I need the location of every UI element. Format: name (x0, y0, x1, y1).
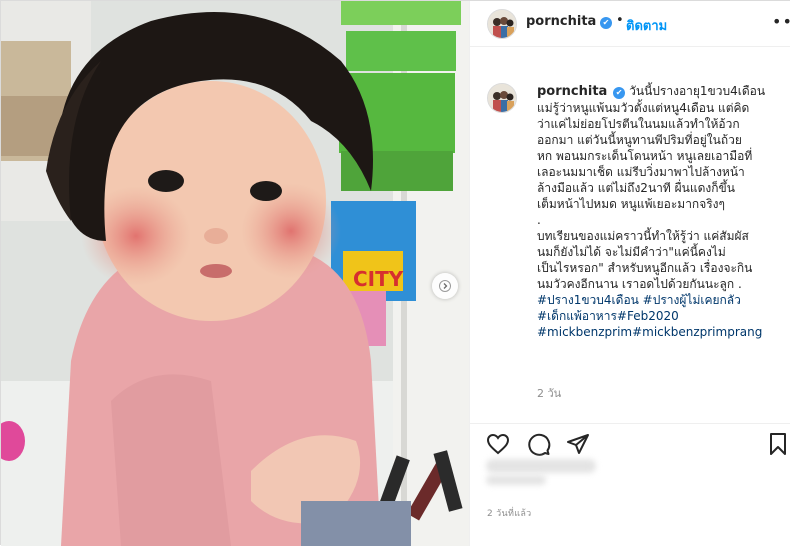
username-link[interactable]: pornchita (526, 14, 596, 29)
caption-line: หก พอนมกระเด็นโดนหน้า หนูเลยเอามือที่ (537, 149, 753, 163)
instagram-post: CITY pornchita ✔ • ติดตาม • pornchita ✔ … (0, 0, 790, 546)
caption-line: นมก็ยังไม่ได้ จะไม่มีคำว่า"แค่นี้คงไม่ (537, 245, 726, 259)
avatar[interactable] (487, 83, 517, 113)
caption-line: บทเรียนของแม่คราวนี้ทำให้รู้ว่า แค่สัมผั… (537, 229, 749, 243)
caption-line: . (537, 213, 541, 227)
chevron-right-icon (439, 280, 451, 292)
caption-line: ออกมา แต่วันนี้หนูทานพีปริมที่อยู่ในถ้วย (537, 133, 742, 147)
caption-line: เต็มหน้าไปหมด หนูแพ้เยอะมากจริงๆ (537, 197, 725, 211)
comment-icon[interactable] (527, 432, 551, 456)
more-options-icon[interactable]: ••• (772, 12, 790, 31)
caption-line: นมวัวคงอีกนาน เราอดไปด้วยกันนะลูก . (537, 277, 742, 291)
caption-area: pornchita ✔ วันนี้ปรางอายุ1ขวบ4เดือน แม่ร… (470, 47, 790, 422)
likes-count-blurred[interactable] (478, 457, 598, 487)
family-photo-icon (488, 84, 516, 112)
post-timestamp: 2 วันที่แล้ว (487, 509, 532, 519)
caption-line: วันนี้ปรางอายุ1ขวบ4เดือน (629, 84, 766, 98)
follow-button[interactable]: ติดตาม (626, 15, 667, 36)
caption-username-link[interactable]: pornchita (537, 84, 607, 99)
caption-line: ล้างมือแล้ว แต่ไม่ถึง2นาที ผื่นแดงก็ขึ้น (537, 181, 735, 195)
post-photo[interactable]: CITY (1, 1, 469, 546)
caption-age: 2 วัน (537, 387, 562, 400)
heart-icon[interactable] (486, 432, 510, 456)
child-photo-illustration: CITY (1, 1, 469, 546)
avatar[interactable] (487, 9, 517, 39)
svg-text:CITY: CITY (353, 267, 404, 291)
hashtag-line[interactable]: #mickbenzprim#mickbenzprimprang (537, 324, 787, 340)
verified-badge-icon: ✔ (600, 17, 612, 29)
hashtag-line[interactable]: #เด็กแพ้อาหาร#Feb2020 (537, 308, 787, 324)
post-header: pornchita ✔ • ติดตาม ••• (470, 1, 790, 47)
next-photo-button[interactable] (432, 273, 458, 299)
separator-dot: • (616, 13, 624, 28)
caption-line: เลอะนมมาเช็ด แม่รีบวิ่งมาพาไปล้างหน้า (537, 165, 745, 179)
caption-line: ว่าแค่ไม่ย่อยโปรตีนในนมแล้วทำให้อ้วก (537, 117, 740, 131)
bookmark-icon[interactable] (766, 432, 790, 456)
caption-line: แม่รู้ว่าหนูแพ้นมวัวตั้งแต่หนู4เดือน แต่… (537, 101, 750, 115)
verified-badge-icon: ✔ (613, 87, 626, 99)
family-photo-icon (488, 10, 516, 38)
post-details-panel: pornchita ✔ • ติดตาม ••• pornc (469, 1, 790, 546)
hashtag-line[interactable]: #ปราง1ขวบ4เดือน #ปรางผู้ไม่เคยกลัว (537, 292, 787, 308)
paper-plane-icon[interactable] (566, 432, 590, 456)
post-caption: pornchita ✔ วันนี้ปรางอายุ1ขวบ4เดือน แม่ร… (537, 83, 787, 340)
caption-line: เป็นไรหรอก" สำหรับหนูอีกแล้ว เรื่องจะกิน (537, 261, 753, 275)
